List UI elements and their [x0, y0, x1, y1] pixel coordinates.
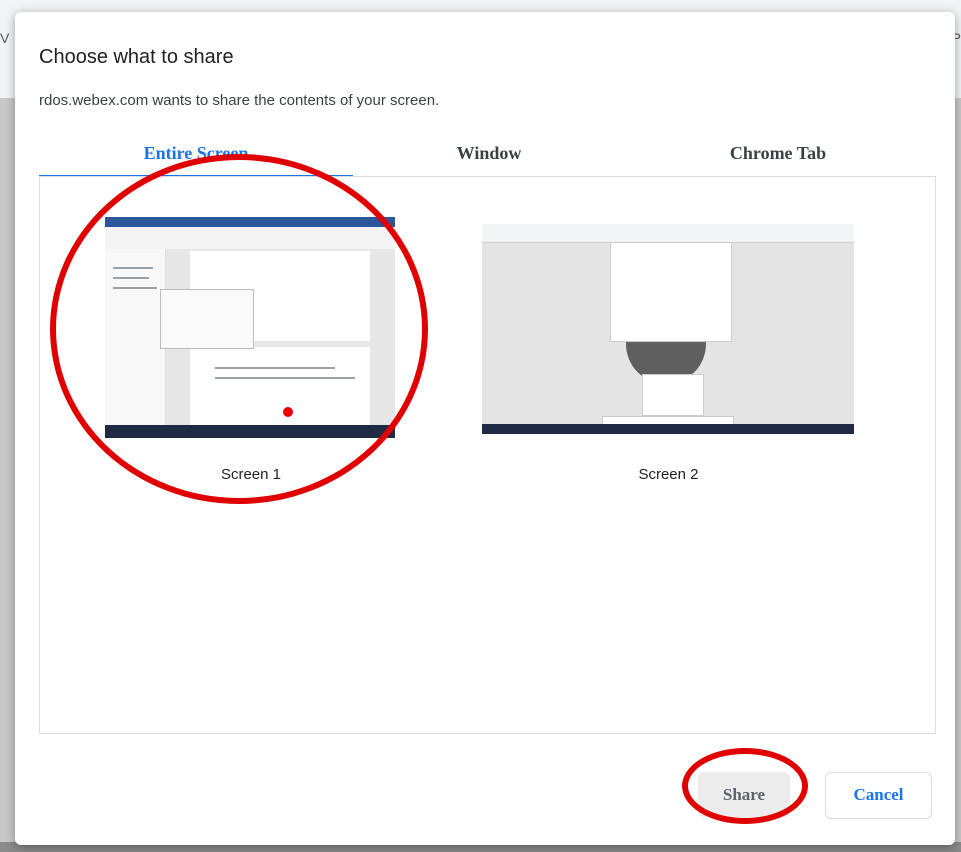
screen-1-thumbnail	[105, 217, 395, 438]
mini-line	[113, 267, 153, 269]
screen-list: Screen 1 Screen 2	[39, 176, 936, 734]
screen-1-label: Screen 1	[220, 466, 282, 483]
mini-toolbar	[105, 227, 395, 250]
cancel-button[interactable]: Cancel	[825, 772, 932, 819]
share-button[interactable]: Share	[698, 772, 790, 817]
dialog-title: Choose what to share	[39, 46, 234, 68]
screen-2-option[interactable]: Screen 2	[481, 201, 856, 483]
mini-line	[215, 377, 355, 379]
share-dialog: Choose what to share rdos.webex.com want…	[15, 12, 955, 845]
mini-browser-bar	[482, 224, 854, 243]
tab-window[interactable]: Window	[353, 136, 625, 175]
background-text-left: V	[0, 30, 10, 46]
mini-page-2	[190, 347, 370, 425]
screen-2-label: Screen 2	[638, 466, 699, 483]
tab-entire-screen[interactable]: Entire Screen	[39, 136, 353, 178]
mini-share-dialog	[610, 242, 732, 342]
mini-line	[215, 367, 335, 369]
screen-2-thumbnail	[482, 224, 854, 434]
mini-box	[642, 374, 704, 416]
tab-bar: Entire Screen Window Chrome Tab	[39, 136, 959, 178]
mini-taskbar	[482, 424, 854, 434]
mini-nav-pane	[105, 249, 166, 425]
mini-line	[113, 287, 157, 289]
tab-chrome-tab[interactable]: Chrome Tab	[625, 136, 931, 175]
mini-line	[113, 277, 149, 279]
dialog-subtitle: rdos.webex.com wants to share the conten…	[39, 92, 440, 109]
mini-taskbar	[105, 425, 395, 438]
mini-ribbon	[105, 217, 395, 227]
mini-popup	[160, 289, 254, 349]
mini-record-dot	[283, 407, 293, 417]
screen-1-option[interactable]: Screen 1	[103, 201, 399, 483]
